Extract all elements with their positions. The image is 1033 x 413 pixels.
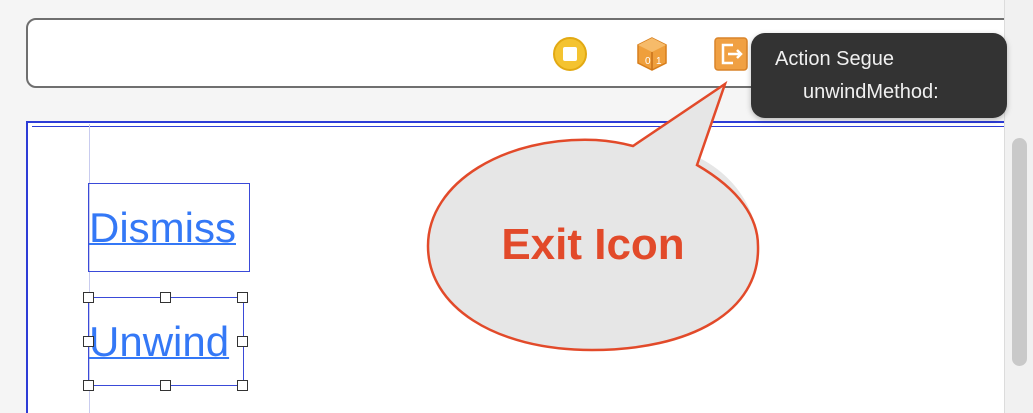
resize-handle-top-right[interactable] [237,292,248,303]
exit-icon[interactable] [713,36,749,72]
svg-text:1: 1 [656,56,662,67]
tooltip-title: Action Segue [775,48,894,70]
resize-handle-middle-left[interactable] [83,336,94,347]
vertical-scrollbar[interactable] [1012,138,1027,366]
dismiss-button-label: Dismiss [89,204,236,251]
dismiss-button[interactable]: Dismiss [88,183,250,272]
segue-tooltip: Action Segue unwindMethod: [751,33,1007,118]
unwind-button[interactable]: Unwind [88,297,244,386]
resize-handle-middle-right[interactable] [237,336,248,347]
first-responder-icon[interactable] [552,36,588,72]
resize-handle-bottom-left[interactable] [83,380,94,391]
resize-handle-top-left[interactable] [83,292,94,303]
tooltip-method: unwindMethod: [803,81,939,103]
resize-handle-bottom-middle[interactable] [160,380,171,391]
canvas-top-border [32,126,1006,127]
callout-label: Exit Icon [501,220,685,269]
storyboard-editor: 1 0 Dismiss Unwind Exit Icon Action Segu… [0,0,1033,413]
unwind-button-label: Unwind [89,318,230,365]
resize-handle-bottom-right[interactable] [237,380,248,391]
resize-handle-top-middle[interactable] [160,292,171,303]
svg-text:0: 0 [645,56,651,67]
view-controller-cube-icon[interactable]: 1 0 [634,36,670,72]
